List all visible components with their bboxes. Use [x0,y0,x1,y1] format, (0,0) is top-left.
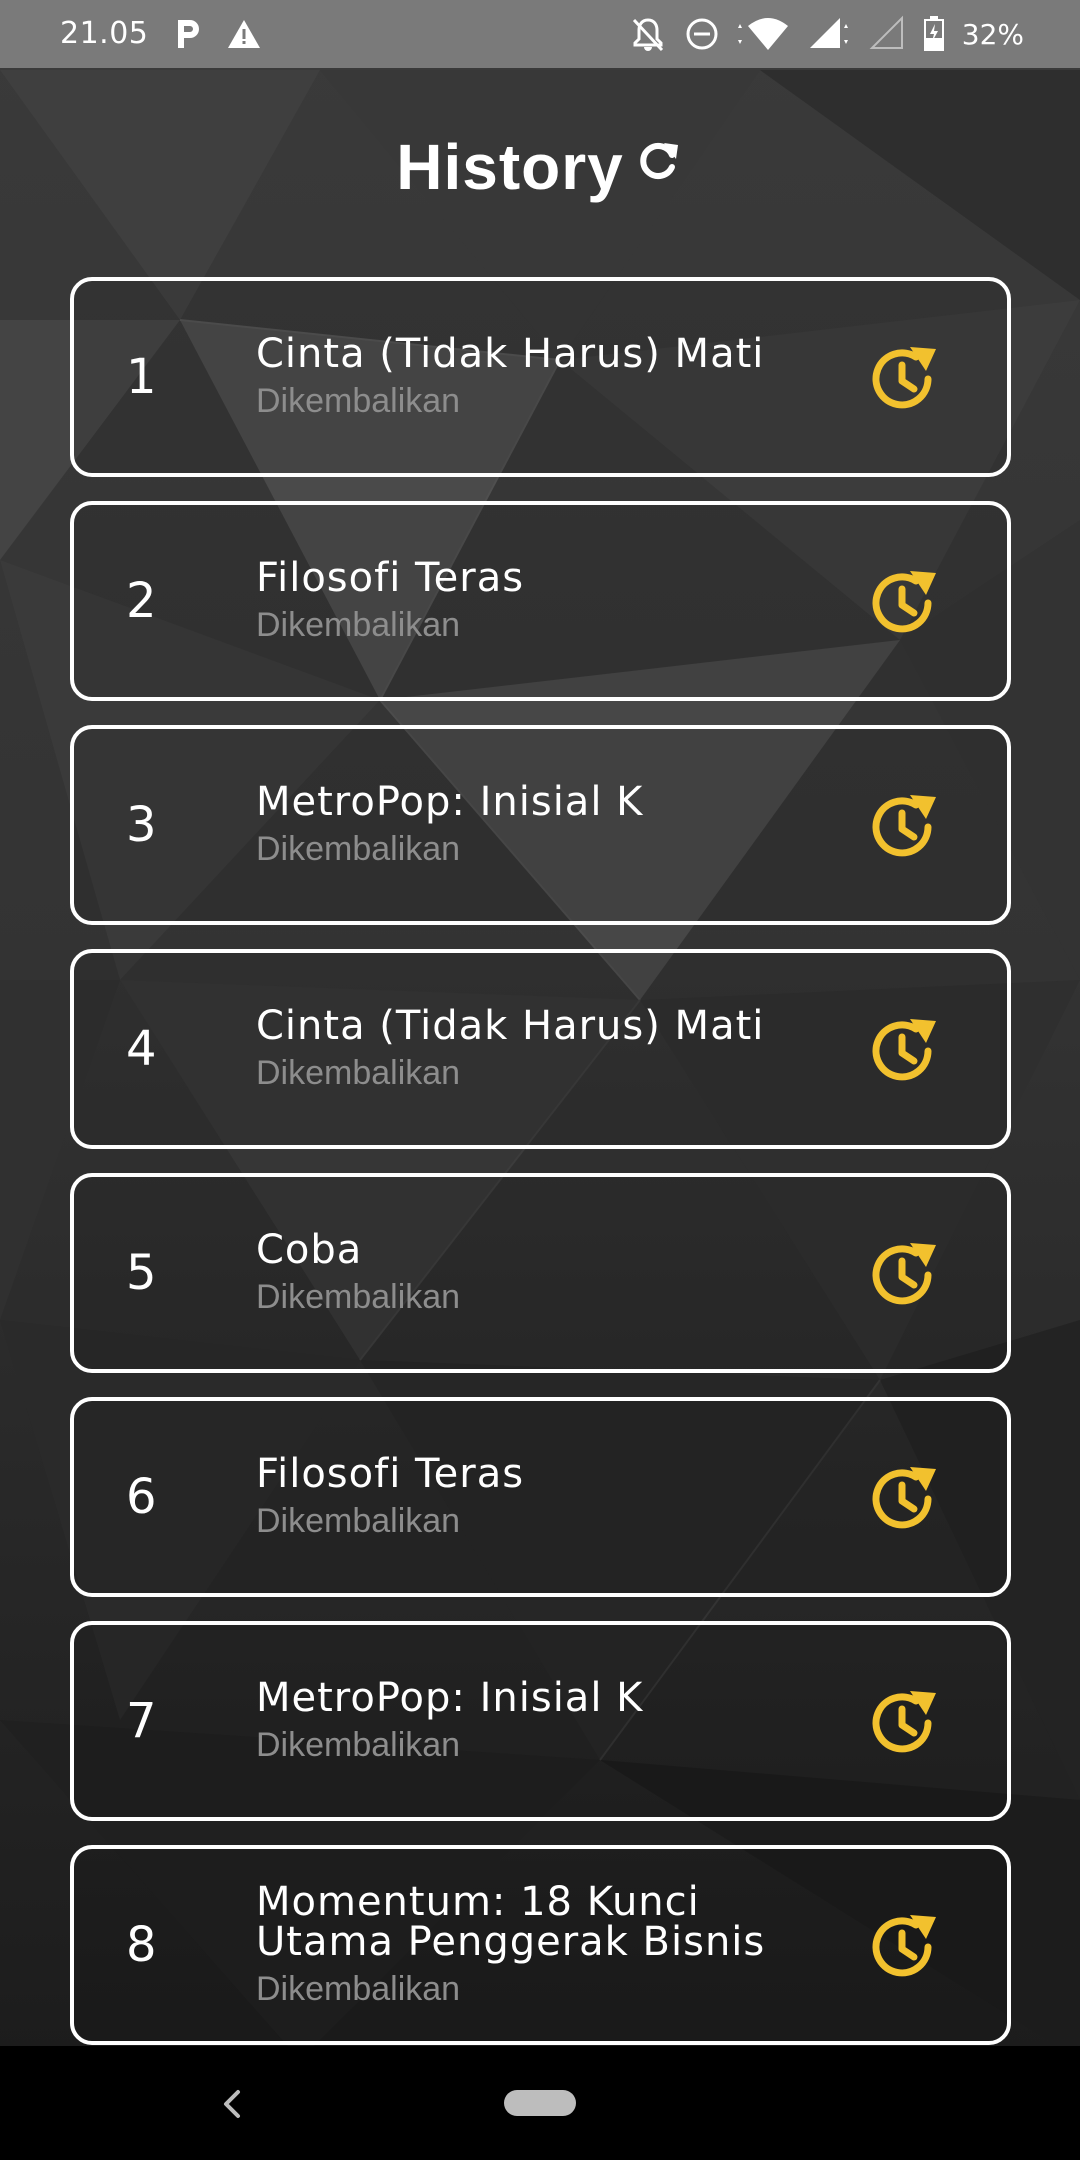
history-item-status: Dikembalikan [256,1054,461,1092]
history-item-number: 1 [126,349,157,405]
history-item[interactable]: 7 MetroPop: Inisial K Dikembalikan [70,1621,1011,1821]
page-title: History [396,131,624,203]
history-item-title: Cinta (Tidak Harus) Mati [256,331,765,377]
history-item-text: Cinta (Tidak Harus) Mati Dikembalikan [256,953,856,1145]
parking-icon [178,20,199,48]
battery-icon [923,16,944,51]
history-item-status: Dikembalikan [256,606,461,644]
history-item-status: Dikembalikan [256,1970,461,2008]
history-item-text: Filosofi Teras Dikembalikan [256,1401,856,1593]
history-item-status: Dikembalikan [256,382,461,420]
history-clock-icon[interactable] [864,1459,944,1539]
history-clock-icon[interactable] [864,1683,944,1763]
navigation-bar [0,2046,1080,2160]
warning-icon [228,20,260,48]
page-header: History [0,130,1080,204]
history-item-number: 8 [126,1917,157,1973]
battery-percentage: 32% [961,17,1024,51]
history-clock-icon[interactable] [864,563,944,643]
signal-icon [809,18,848,48]
history-item-title: MetroPop: Inisial K [256,1675,644,1721]
history-item-status: Dikembalikan [256,1278,461,1316]
history-item-number: 2 [126,573,157,629]
history-item-text: Momentum: 18 Kunci Utama Penggerak Bisnis… [256,1849,856,2041]
history-item-title: MetroPop: Inisial K [256,779,644,825]
history-item[interactable]: 4 Cinta (Tidak Harus) Mati Dikembalikan [70,949,1011,1149]
history-item-number: 6 [126,1469,157,1525]
refresh-icon[interactable] [634,135,684,185]
history-item-title-line: Utama Penggerak Bisnis [256,1919,766,1965]
history-item[interactable]: 1 Cinta (Tidak Harus) Mati Dikembalikan [70,277,1011,477]
history-item-title: Filosofi Teras [256,555,525,601]
history-item-title-line: Momentum: 18 Kunci [256,1879,700,1925]
history-clock-icon[interactable] [864,1235,944,1315]
history-item-status: Dikembalikan [256,830,461,868]
history-item-title: Filosofi Teras [256,1451,525,1497]
history-item[interactable]: 2 Filosofi Teras Dikembalikan [70,501,1011,701]
history-item-text: MetroPop: Inisial K Dikembalikan [256,729,856,921]
history-item-text: MetroPop: Inisial K Dikembalikan [256,1625,856,1817]
history-item-text: Filosofi Teras Dikembalikan [256,505,856,697]
status-time: 21.05 [60,16,149,51]
history-item-title: Coba [256,1227,363,1273]
home-pill-icon[interactable] [504,2090,576,2116]
wifi-icon [737,18,788,50]
history-item[interactable]: 8 Momentum: 18 Kunci Utama Penggerak Bisni… [70,1845,1011,2045]
history-list: 1 Cinta (Tidak Harus) Mati Dikembalikan 2 F… [70,277,1011,2069]
back-icon[interactable] [216,2086,248,2122]
history-clock-icon[interactable] [864,1011,944,1091]
history-item[interactable]: 3 MetroPop: Inisial K Dikembalikan [70,725,1011,925]
history-item-number: 3 [126,797,157,853]
history-item-number: 4 [126,1021,157,1077]
history-clock-icon[interactable] [864,339,944,419]
history-item[interactable]: 5 Coba Dikembalikan [70,1173,1011,1373]
history-item-text: Coba Dikembalikan [256,1177,856,1369]
do-not-disturb-icon [686,18,718,50]
status-icons: 32% [628,12,1024,56]
history-item-text: Cinta (Tidak Harus) Mati Dikembalikan [256,281,856,473]
history-item-status: Dikembalikan [256,1502,461,1540]
status-bar: 21.05 32% [0,0,1080,68]
history-clock-icon[interactable] [864,787,944,867]
signal-empty-icon [869,15,903,49]
history-clock-icon[interactable] [864,1907,944,1987]
history-item[interactable]: 6 Filosofi Teras Dikembalikan [70,1397,1011,1597]
history-item-number: 5 [126,1245,157,1301]
history-item-number: 7 [126,1693,157,1749]
history-item-status: Dikembalikan [256,1726,461,1764]
history-item-title: Cinta (Tidak Harus) Mati [256,1003,765,1049]
notifications-off-icon [632,18,663,52]
